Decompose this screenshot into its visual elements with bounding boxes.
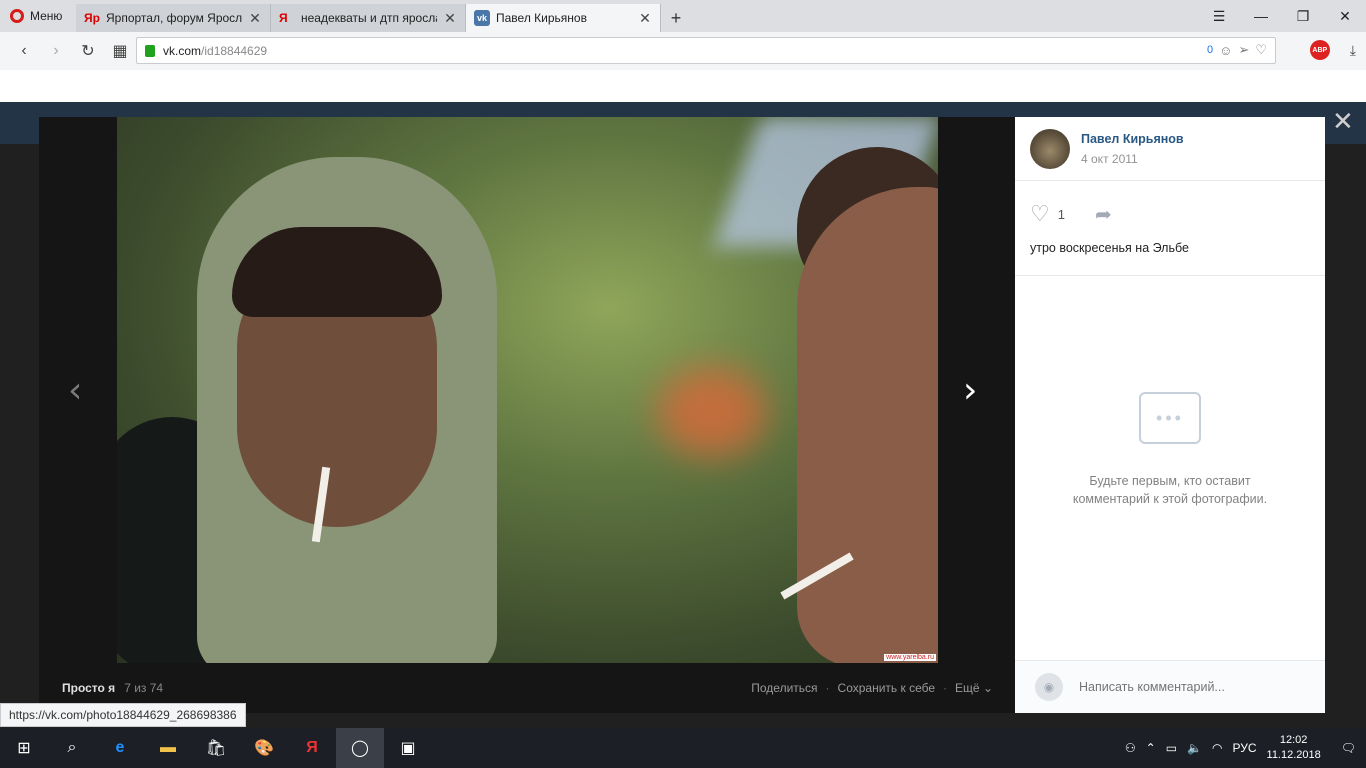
clock-date: 11.12.2018 (1266, 749, 1321, 761)
photo-side-panel: Павел Кирьянов 4 окт 2011 ♡ 1 ➦ утро вос… (1015, 117, 1325, 713)
photo-bg-orange (657, 367, 767, 457)
no-comments-text: Будьте первым, кто оставит комментарий к… (1015, 472, 1325, 508)
separator: · (825, 681, 830, 695)
reactions: ♡ 1 ➦ (1030, 201, 1310, 227)
opera-taskbar-icon[interactable]: ◯ (336, 728, 384, 768)
tab-title: Павел Кирьянов (496, 11, 587, 25)
window-close-icon[interactable]: ✕ (1324, 0, 1366, 32)
like-heart-icon[interactable]: ♡ (1030, 201, 1050, 227)
watermark: www.yarelba.ru (884, 654, 936, 661)
maximize-icon[interactable]: ❐ (1282, 0, 1324, 32)
author-block: Павел Кирьянов 4 окт 2011 (1015, 117, 1325, 181)
language-indicator[interactable]: РУС (1232, 741, 1256, 755)
people-icon[interactable]: ⚇ (1125, 741, 1136, 755)
download-icon[interactable]: ⤓ (1350, 42, 1356, 59)
prev-photo-icon[interactable]: ‹ (68, 370, 82, 411)
windows-taskbar: ⊞ ⌕ e ▬ 🛍 🎨 Я ◯ ▣ ⚇ ⌃ ▭ 🔈 ◠ РУС 12:02 11… (0, 728, 1366, 768)
notifications-icon[interactable]: 🗨 (1341, 741, 1356, 755)
photo[interactable]: www.yarelba.ru (117, 117, 938, 663)
address-toolbar: ‹ › ↻ ▦ vk.com /id18844629 0 ☺ ➢ ♡ ABP ⤓ (0, 32, 1366, 70)
more-link[interactable]: Ещё ⌄ (955, 681, 993, 695)
camera-icon[interactable]: ◉ (1035, 673, 1063, 701)
back-icon[interactable]: ‹ (8, 36, 40, 66)
emoji-icon[interactable]: ☺ (1219, 43, 1232, 58)
clock-time: 12:02 (1279, 734, 1308, 746)
system-tray: ⚇ ⌃ ▭ 🔈 ◠ РУС 12:02 11.12.2018 🗨 (1125, 728, 1366, 768)
file-explorer-icon[interactable]: ▬ (144, 728, 192, 768)
more-label: Ещё (955, 681, 980, 695)
separator: · (943, 681, 948, 695)
speed-dial-icon[interactable]: ▦ (104, 36, 136, 66)
photo-caption: утро воскресенья на Эльбе (1030, 241, 1189, 255)
menu-label: Меню (30, 9, 63, 23)
battery-icon[interactable]: ▭ (1166, 741, 1177, 755)
minimize-icon[interactable]: — (1240, 0, 1282, 32)
avatar[interactable] (1030, 128, 1070, 169)
lock-icon (145, 44, 155, 57)
comment-bubble-icon: ••• (1139, 392, 1201, 444)
photo-counter: 7 из 74 (124, 681, 164, 695)
photo-hair (232, 227, 442, 317)
window-controls: ☰ — ❐ ✕ (1198, 0, 1366, 32)
tab-close-icon[interactable]: ✕ (638, 10, 652, 27)
tab-close-icon[interactable]: ✕ (248, 10, 262, 27)
comment-input[interactable] (1079, 680, 1299, 694)
blocked-count[interactable]: 0 (1207, 44, 1213, 56)
photo-meta: ♡ 1 ➦ утро воскресенья на Эльбе (1015, 181, 1325, 276)
tab-menu-icon[interactable]: ☰ (1198, 0, 1240, 32)
share-link[interactable]: Поделиться (751, 681, 817, 695)
save-link[interactable]: Сохранить к себе (838, 681, 936, 695)
photo-person2 (797, 187, 938, 663)
browser-tabbar: Меню Яр Ярпортал, форум Яросла ✕ Я неаде… (0, 0, 1366, 32)
tab-close-icon[interactable]: ✕ (443, 10, 457, 27)
photo-actions: Поделиться · Сохранить к себе · Ещё ⌄ (751, 681, 993, 695)
vk-favicon-icon: vk (474, 10, 490, 26)
tab-vk-profile[interactable]: vk Павел Кирьянов ✕ (466, 4, 661, 32)
new-tab-button[interactable]: + (661, 4, 691, 32)
extension-icons: ABP ⤓ (1309, 40, 1356, 60)
edge-icon[interactable]: e (96, 728, 144, 768)
comment-composer: ◉ (1015, 660, 1325, 713)
heart-bookmark-icon[interactable]: ♡ (1255, 42, 1267, 58)
opera-menu-button[interactable]: Меню (0, 0, 76, 32)
network-icon[interactable]: ◠ (1212, 741, 1222, 755)
close-viewer-icon[interactable]: ✕ (1332, 106, 1354, 137)
yandex-favicon-icon: Я (279, 11, 288, 25)
send-icon[interactable]: ➢ (1238, 42, 1249, 58)
yarportal-favicon-icon: Яр (84, 11, 100, 25)
share-arrow-icon[interactable]: ➦ (1095, 202, 1112, 227)
clock[interactable]: 12:02 11.12.2018 (1267, 733, 1321, 763)
adblock-icon[interactable]: ABP (1309, 40, 1330, 60)
empty-line-1: Будьте первым, кто оставит (1089, 474, 1251, 488)
tab-title: Ярпортал, форум Яросла (106, 11, 242, 25)
tab-yandex[interactable]: Я неадекваты и дтп яросла ✕ (271, 4, 466, 32)
empty-line-2: комментарий к этой фотографии. (1072, 492, 1268, 506)
url-field[interactable]: vk.com /id18844629 0 ☺ ➢ ♡ (136, 37, 1276, 64)
next-photo-icon[interactable]: › (963, 370, 977, 411)
photo-date[interactable]: 4 окт 2011 (1081, 152, 1184, 166)
volume-icon[interactable]: 🔈 (1187, 741, 1202, 755)
url-path: /id18844629 (201, 43, 268, 58)
tab-title: неадекваты и дтп яросла (301, 11, 437, 25)
status-bar-url: https://vk.com/photo18844629_268698386 (0, 703, 246, 727)
tab-yarportal[interactable]: Яр Ярпортал, форум Яросла ✕ (76, 4, 271, 32)
album-link[interactable]: Просто я (62, 681, 115, 695)
search-icon[interactable]: ⌕ (48, 728, 96, 768)
no-comments-placeholder: ••• Будьте первым, кто оставит комментар… (1015, 392, 1325, 508)
paint-icon[interactable]: 🎨 (240, 728, 288, 768)
store-icon[interactable]: 🛍 (192, 728, 240, 768)
start-windows-icon[interactable]: ⊞ (0, 728, 48, 768)
reload-icon[interactable]: ↻ (72, 36, 104, 66)
like-count: 1 (1057, 206, 1065, 222)
url-actions: 0 ☺ ➢ ♡ (1207, 42, 1267, 58)
page-top (0, 70, 1366, 102)
chevron-up-icon[interactable]: ⌃ (1146, 741, 1156, 755)
url-host: vk.com (163, 43, 202, 58)
photos-icon[interactable]: ▣ (384, 728, 432, 768)
author-name[interactable]: Павел Кирьянов (1081, 132, 1184, 146)
forward-icon[interactable]: › (40, 36, 72, 66)
yandex-browser-icon[interactable]: Я (288, 728, 336, 768)
chevron-down-icon: ⌄ (982, 681, 993, 695)
opera-logo-icon (10, 9, 24, 23)
